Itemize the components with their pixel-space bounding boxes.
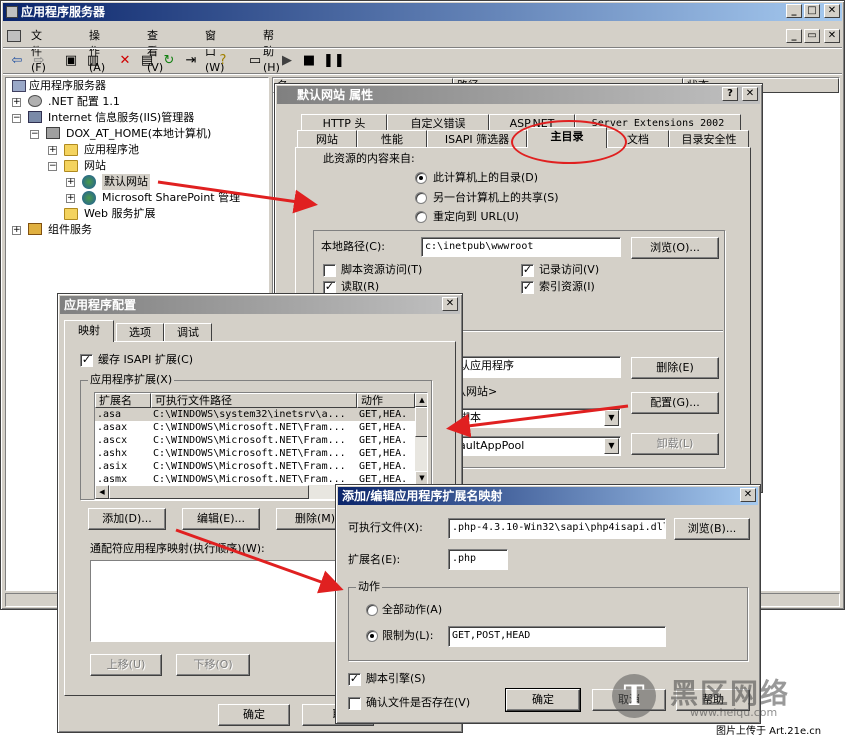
arrow-to-add-edit [175, 528, 344, 594]
arrow-to-config-list [446, 404, 629, 438]
footer-credit: 图片上传于 Art.21e.cn [716, 726, 822, 737]
watermark-url: www.heiqu.com [690, 706, 778, 719]
watermark: T 黑区网络 www.heiqu.com 图片上传于 Art.21e.cn [610, 672, 845, 737]
arrow-to-properties [157, 180, 318, 214]
watermark-logo: T [612, 674, 656, 718]
annotation-arrows [157, 180, 629, 594]
